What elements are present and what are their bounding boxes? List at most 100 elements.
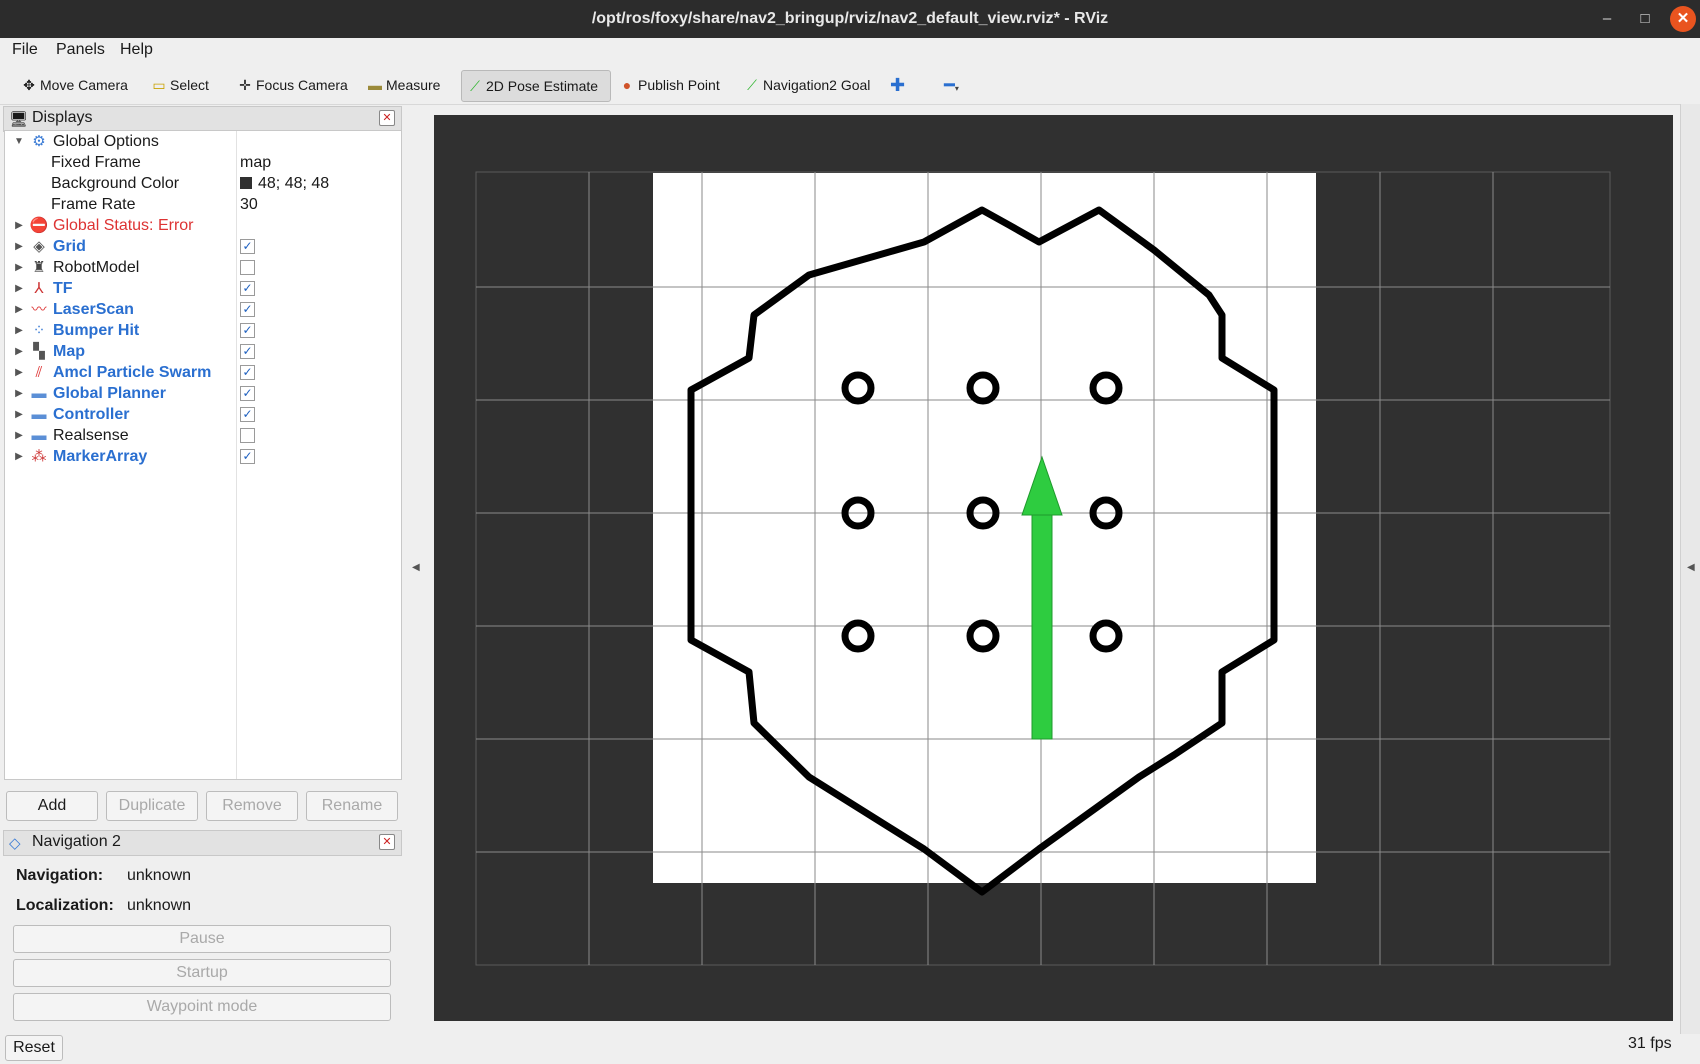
focus-camera-tool[interactable]: ✛ Focus Camera (232, 70, 354, 100)
add-button[interactable]: Add (6, 791, 98, 821)
tree-row-laserscan[interactable]: ▶ 〰 LaserScan ✓ (5, 299, 401, 320)
tree-row-tf[interactable]: ▶ ⅄ TF ✓ (5, 278, 401, 299)
minus-icon: ━ (944, 75, 955, 95)
nav2-title: Navigation 2 (32, 833, 121, 850)
tree-row-global-options[interactable]: ▼ ⚙ Global Options (5, 131, 401, 152)
fps-counter: 31 fps (1628, 1035, 1672, 1052)
tf-axes-icon: ⅄ (34, 280, 44, 297)
expand-right-icon[interactable]: ▶ (13, 383, 25, 404)
menu-panels[interactable]: Panels (56, 41, 105, 59)
laserscan-label: LaserScan (53, 301, 134, 318)
controller-checkbox[interactable]: ✓ (240, 407, 255, 422)
tf-checkbox[interactable]: ✓ (240, 281, 255, 296)
duplicate-button[interactable]: Duplicate (106, 791, 198, 821)
startup-button[interactable]: Startup (13, 959, 391, 987)
rename-button[interactable]: Rename (306, 791, 398, 821)
map-checkbox[interactable]: ✓ (240, 344, 255, 359)
menu-help[interactable]: Help (120, 41, 153, 59)
expand-right-icon[interactable]: ▶ (13, 299, 25, 320)
global-status-label: Global Status: Error (53, 217, 194, 234)
tree-row-map[interactable]: ▶ ▚ Map ✓ (5, 341, 401, 362)
background-color-label: Background Color (51, 175, 180, 192)
expand-right-icon[interactable]: ▶ (13, 404, 25, 425)
measure-tool[interactable]: ▬ Measure (362, 70, 446, 100)
publish-point-tool[interactable]: ● Publish Point (614, 70, 726, 100)
tree-row-markerarray[interactable]: ▶ ⁂ MarkerArray ✓ (5, 446, 401, 467)
menu-file[interactable]: File (12, 41, 38, 59)
waypoint-mode-button[interactable]: Waypoint mode (13, 993, 391, 1021)
tree-row-global-status[interactable]: ▶ ⛔ Global Status: Error (5, 215, 401, 236)
tree-row-fixed-frame[interactable]: Fixed Frame map (5, 152, 401, 173)
tree-row-amcl-particle-swarm[interactable]: ▶ ⫽ Amcl Particle Swarm ✓ (5, 362, 401, 383)
measure-label: Measure (386, 77, 441, 93)
maximize-button[interactable]: □ (1632, 6, 1658, 32)
tree-row-frame-rate[interactable]: Frame Rate 30 (5, 194, 401, 215)
tree-row-controller[interactable]: ▶ ▬ Controller ✓ (5, 404, 401, 425)
grid-checkbox[interactable]: ✓ (240, 239, 255, 254)
collapse-right-icon[interactable]: ◀ (1687, 562, 1695, 573)
frame-rate-label: Frame Rate (51, 196, 136, 213)
expand-right-icon[interactable]: ▶ (13, 236, 25, 257)
realsense-checkbox[interactable] (240, 428, 255, 443)
expand-right-icon[interactable]: ▶ (13, 425, 25, 446)
expand-right-icon[interactable]: ▶ (13, 215, 25, 236)
reset-button[interactable]: Reset (5, 1035, 63, 1061)
map-view[interactable] (434, 115, 1673, 1021)
localization-label: Localization: (16, 897, 114, 915)
expand-right-icon[interactable]: ▶ (13, 257, 25, 278)
robot-model-icon: ♜ (32, 259, 46, 276)
grid-label: Grid (53, 238, 86, 255)
background-color-text: 48; 48; 48 (258, 175, 330, 192)
global-planner-checkbox[interactable]: ✓ (240, 386, 255, 401)
background-color-value[interactable]: 48; 48; 48 (240, 173, 329, 194)
pose-estimate-tool[interactable]: ⟋ 2D Pose Estimate (461, 70, 611, 102)
expand-right-icon[interactable]: ▶ (13, 446, 25, 467)
add-tool-button[interactable]: ✚ (886, 70, 911, 100)
markerarray-checkbox[interactable]: ✓ (240, 449, 255, 464)
select-tool[interactable]: ▭ Select (146, 70, 215, 100)
tree-row-robotmodel[interactable]: ▶ ♜ RobotModel (5, 257, 401, 278)
remove-button[interactable]: Remove (206, 791, 298, 821)
collapse-left-icon[interactable]: ◀ (412, 562, 420, 573)
expand-right-icon[interactable]: ▶ (13, 362, 25, 383)
displays-close-icon[interactable]: ✕ (379, 110, 395, 126)
remove-tool-button[interactable]: ━▾ (940, 70, 965, 100)
expand-down-icon[interactable]: ▼ (13, 131, 25, 152)
fixed-frame-value[interactable]: map (240, 152, 271, 173)
move-camera-tool[interactable]: ✥ Move Camera (16, 70, 134, 100)
plus-icon: ✚ (890, 75, 906, 95)
tree-row-realsense[interactable]: ▶ ▬ Realsense (5, 425, 401, 446)
nav-goal-label: Navigation2 Goal (763, 77, 871, 93)
marker-icon: ⁂ (31, 448, 47, 465)
close-button[interactable]: ✕ (1670, 6, 1696, 32)
pose-arrow-icon: ⟋ (470, 78, 480, 94)
monitor-icon: 🖥 (9, 111, 29, 128)
window-title: /opt/ros/foxy/share/nav2_bringup/rviz/na… (591, 10, 1109, 27)
map-label: Map (53, 343, 85, 360)
expand-right-icon[interactable]: ▶ (13, 278, 25, 299)
frame-rate-value[interactable]: 30 (240, 194, 258, 215)
global-options-label: Global Options (53, 133, 159, 150)
markerarray-label: MarkerArray (53, 448, 148, 465)
nav-goal-tool[interactable]: ⟋ Navigation2 Goal (739, 70, 876, 100)
expand-right-icon[interactable]: ▶ (13, 341, 25, 362)
nav2-close-icon[interactable]: ✕ (379, 834, 395, 850)
pause-button[interactable]: Pause (13, 925, 391, 953)
map-icon: ▚ (33, 343, 45, 360)
tree-row-background-color[interactable]: Background Color 48; 48; 48 (5, 173, 401, 194)
tree-row-grid[interactable]: ▶ ◈ Grid ✓ (5, 236, 401, 257)
tf-label: TF (53, 280, 73, 297)
render-viewport[interactable] (434, 115, 1673, 1021)
tree-row-bumper-hit[interactable]: ▶ ⁘ Bumper Hit ✓ (5, 320, 401, 341)
amcl-particle-swarm-checkbox[interactable]: ✓ (240, 365, 255, 380)
right-panel-splitter[interactable]: ◀ (1680, 104, 1700, 1034)
controller-label: Controller (53, 406, 130, 423)
bumper-hit-checkbox[interactable]: ✓ (240, 323, 255, 338)
navigation-label: Navigation: (16, 867, 103, 885)
minimize-button[interactable]: – (1594, 6, 1620, 32)
robotmodel-checkbox[interactable] (240, 260, 255, 275)
expand-right-icon[interactable]: ▶ (13, 320, 25, 341)
menu-bar: File Panels Help (0, 38, 1700, 64)
laserscan-checkbox[interactable]: ✓ (240, 302, 255, 317)
tree-row-global-planner[interactable]: ▶ ▬ Global Planner ✓ (5, 383, 401, 404)
